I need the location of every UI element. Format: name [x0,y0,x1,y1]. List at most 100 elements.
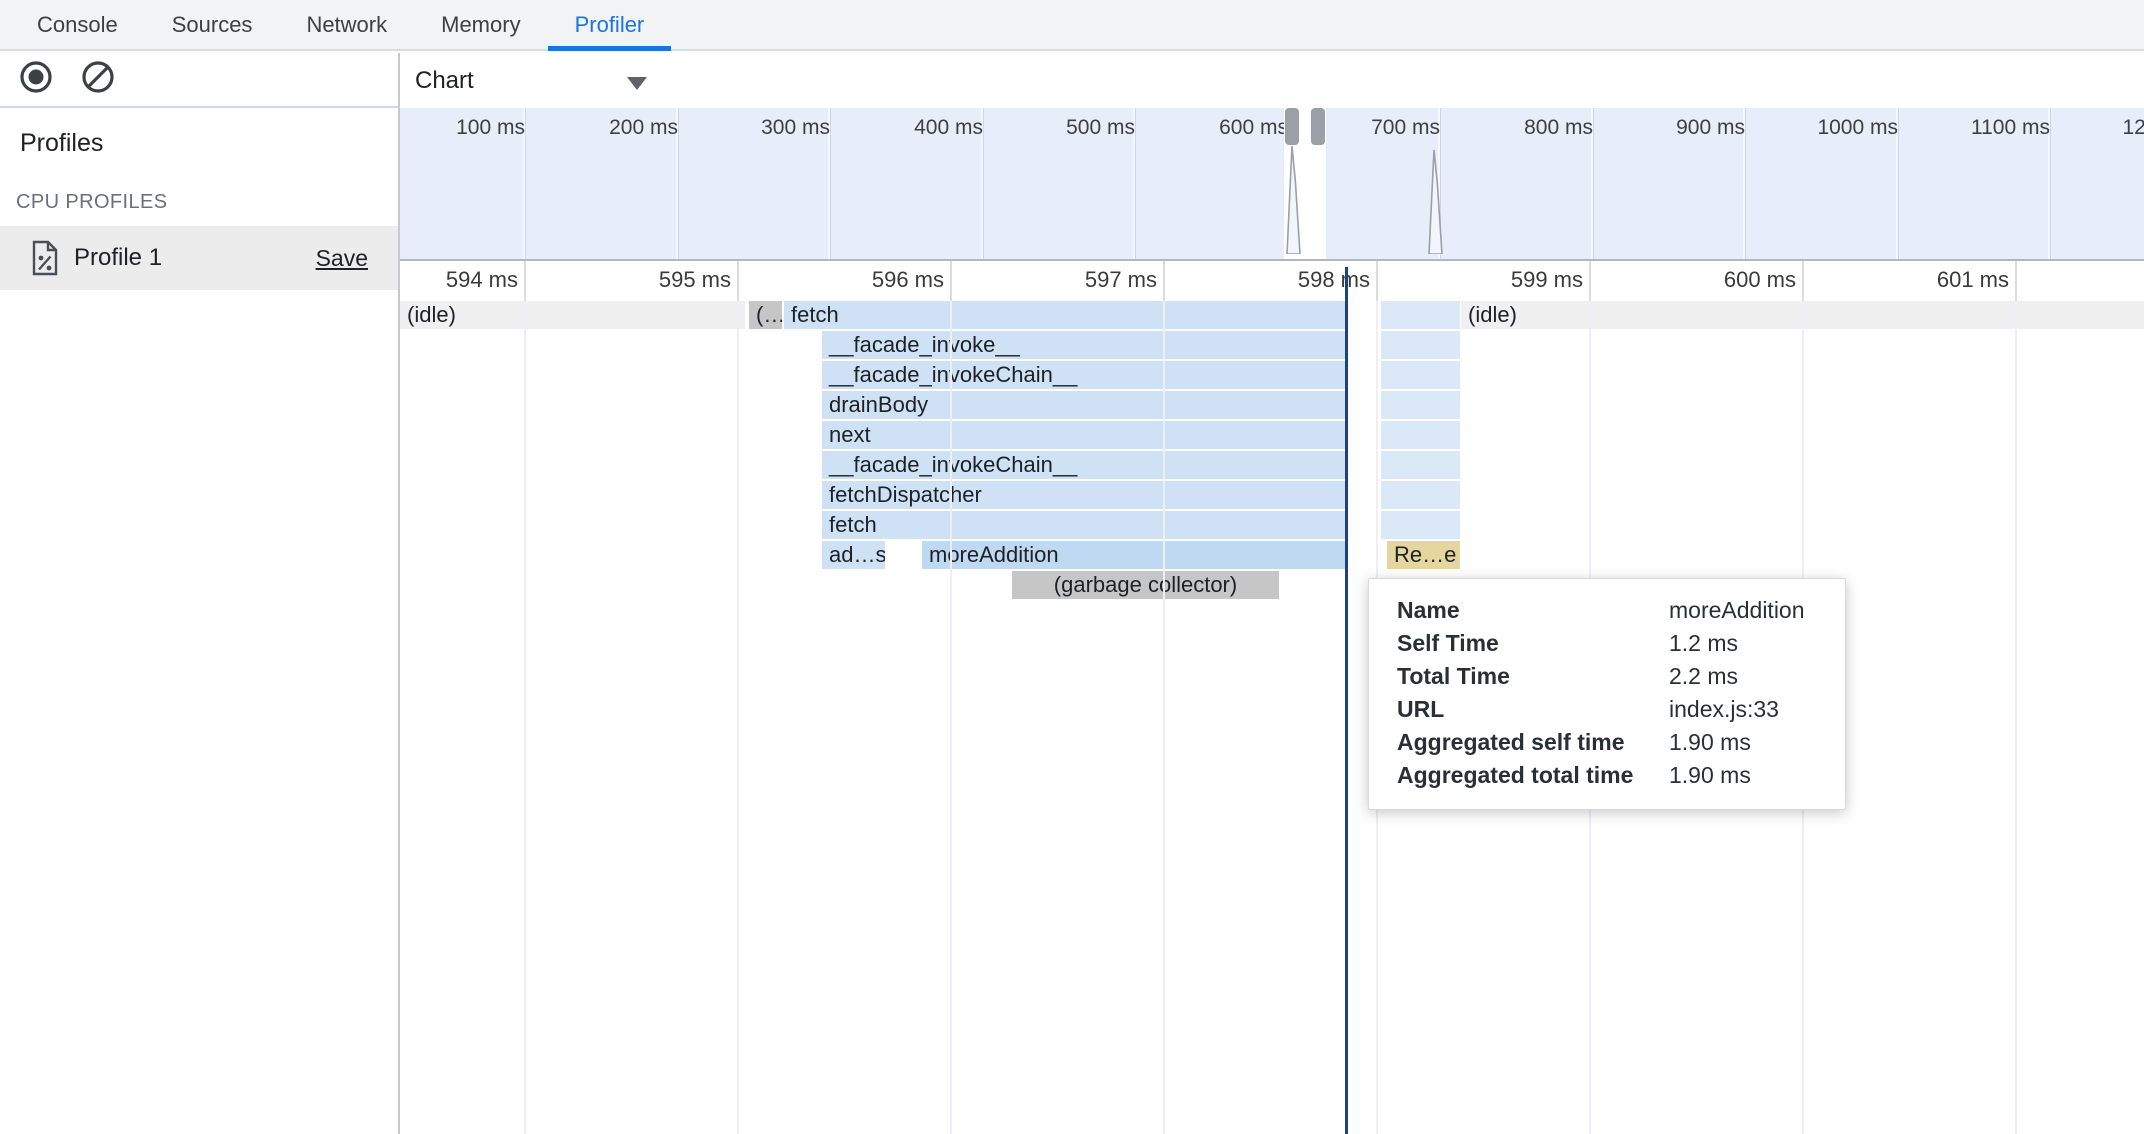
tooltip-label: URL [1369,696,1669,723]
ruler-tick [1163,261,1165,301]
profile-name: Profile 1 [74,244,316,272]
overview-tick-label: 600 ms [1128,116,1288,140]
flame-bar-facade-invoke[interactable]: __facade_invoke__ [822,331,1345,359]
ruler-tick [1376,261,1378,301]
chart-view-toolbar: Chart [400,53,2144,108]
cpu-activity-spike [1286,144,1301,259]
overview-tick-label: 800 ms [1433,116,1593,140]
overview-tick-label: 100 ms [400,116,525,140]
flame-gridline [950,301,952,1134]
flame-bar-facade-invokechain[interactable]: __facade_invokeChain__ [822,361,1345,389]
tooltip-value: 1.90 ms [1669,729,1751,756]
tab-sources[interactable]: Sources [145,0,280,49]
sidebar-item-profile-1[interactable]: Profile 1 Save [0,226,398,290]
dropdown-arrow-icon [627,77,647,90]
ruler-tick [2015,261,2017,301]
time-tick-label: 596 ms [774,267,944,293]
devtools-tab-bar: ConsoleSourcesNetworkMemoryProfiler [0,0,2144,51]
profiles-sidebar: Profiles CPU PROFILES Profile 1 Save [0,53,398,1134]
flame-bar-segment[interactable] [1381,361,1460,389]
selection-handle-left[interactable] [1285,108,1299,145]
flame-bar-drainbody[interactable]: drainBody [822,391,1345,419]
flame-gridline [2015,301,2017,1134]
frame-tooltip: NamemoreAdditionSelf Time1.2 msTotal Tim… [1368,578,1846,810]
flame-bar-segment[interactable] [1381,391,1460,419]
overview-tick-label: 500 ms [975,116,1135,140]
profiler-main-pane: Chart 100 ms200 ms300 ms400 ms500 ms600 … [400,53,2144,1134]
ruler-tick [950,261,952,301]
ruler-tick [1589,261,1591,301]
flame-bar-garbage-collector[interactable]: (garbage collector) [1012,571,1279,599]
flame-bar-ad-s[interactable]: ad…s [822,541,885,569]
cpu-profiles-section-heading: CPU PROFILES [16,191,168,214]
tab-profiler[interactable]: Profiler [548,0,672,49]
flame-bar-segment[interactable] [1381,511,1460,539]
tooltip-value: moreAddition [1669,597,1805,624]
tooltip-row: Self Time1.2 ms [1369,627,1845,660]
view-mode-value: Chart [415,67,474,95]
record-profile-button[interactable] [18,62,54,98]
clear-icon [80,59,116,100]
time-tick-label: 599 ms [1413,267,1583,293]
flame-bar-idle[interactable]: (idle) [400,301,745,329]
flame-bar-segment[interactable] [1381,301,1460,329]
tab-console[interactable]: Console [10,0,145,49]
flame-bar-segment[interactable] [1381,481,1460,509]
flame-bar-next[interactable]: next [822,421,1345,449]
tooltip-value: 2.2 ms [1669,663,1738,690]
tab-memory[interactable]: Memory [414,0,547,49]
flame-bar-segment[interactable]: (… [749,301,782,329]
tooltip-label: Self Time [1369,630,1669,657]
ruler-tick [1802,261,1804,301]
flame-bar-fetchdispatcher[interactable]: fetchDispatcher [822,481,1345,509]
detail-time-ruler: 594 ms595 ms596 ms597 ms598 ms599 ms600 … [400,261,2144,301]
flame-bar-segment[interactable] [1381,421,1460,449]
time-tick-label: 601 ms [1839,267,2009,293]
selection-handle-right[interactable] [1311,108,1325,145]
view-mode-dropdown[interactable]: Chart [415,53,665,108]
flame-gridline [737,301,739,1134]
tooltip-label: Aggregated total time [1369,762,1669,789]
tooltip-row: Aggregated self time1.90 ms [1369,726,1845,759]
overview-tick-label: 300 ms [670,116,830,140]
flame-bar-segment[interactable] [1381,331,1460,359]
tooltip-value: index.js:33 [1669,696,1779,723]
flame-bar-fetch[interactable]: fetch [822,511,1345,539]
ruler-tick [737,261,739,301]
playhead-line [1345,267,1348,1134]
tooltip-row: URLindex.js:33 [1369,693,1845,726]
tooltip-label: Name [1369,597,1669,624]
flame-bar-facade-invokechain[interactable]: __facade_invokeChain__ [822,451,1345,479]
ruler-tick [524,261,526,301]
devtools-window: ConsoleSourcesNetworkMemoryProfiler [0,0,2144,1134]
flame-bar-moreaddition[interactable]: moreAddition [922,541,1345,569]
clear-profiles-button[interactable] [80,62,116,98]
flame-bar-re-e[interactable]: Re…e [1387,541,1460,569]
time-tick-label: 600 ms [1626,267,1796,293]
cpu-activity-spike [1428,148,1443,259]
overview-tick-label: 400 ms [823,116,983,140]
time-tick-label: 594 ms [400,267,518,293]
tooltip-row: Aggregated total time1.90 ms [1369,759,1845,792]
overview-tick-label: 1200 ms [2043,116,2144,140]
time-tick-label: 595 ms [561,267,731,293]
overview-tick-label: 1000 ms [1738,116,1898,140]
flame-bar-segment[interactable] [1381,451,1460,479]
profile-file-icon [30,240,60,276]
overview-tick-label: 200 ms [518,116,678,140]
flame-gridline [524,301,526,1134]
save-profile-link[interactable]: Save [316,245,368,272]
flame-bar-fetch[interactable]: fetch [784,301,1345,329]
time-tick-label: 597 ms [987,267,1157,293]
record-icon [18,59,54,100]
tab-network[interactable]: Network [279,0,414,49]
tooltip-label: Aggregated self time [1369,729,1669,756]
tooltip-row: NamemoreAddition [1369,594,1845,627]
tooltip-value: 1.2 ms [1669,630,1738,657]
timeline-overview[interactable]: 100 ms200 ms300 ms400 ms500 ms600 ms700 … [400,108,2144,261]
profiler-toolbar [0,53,398,108]
tooltip-label: Total Time [1369,663,1669,690]
flame-gridline [1163,301,1165,1134]
tooltip-row: Total Time2.2 ms [1369,660,1845,693]
tooltip-value: 1.90 ms [1669,762,1751,789]
